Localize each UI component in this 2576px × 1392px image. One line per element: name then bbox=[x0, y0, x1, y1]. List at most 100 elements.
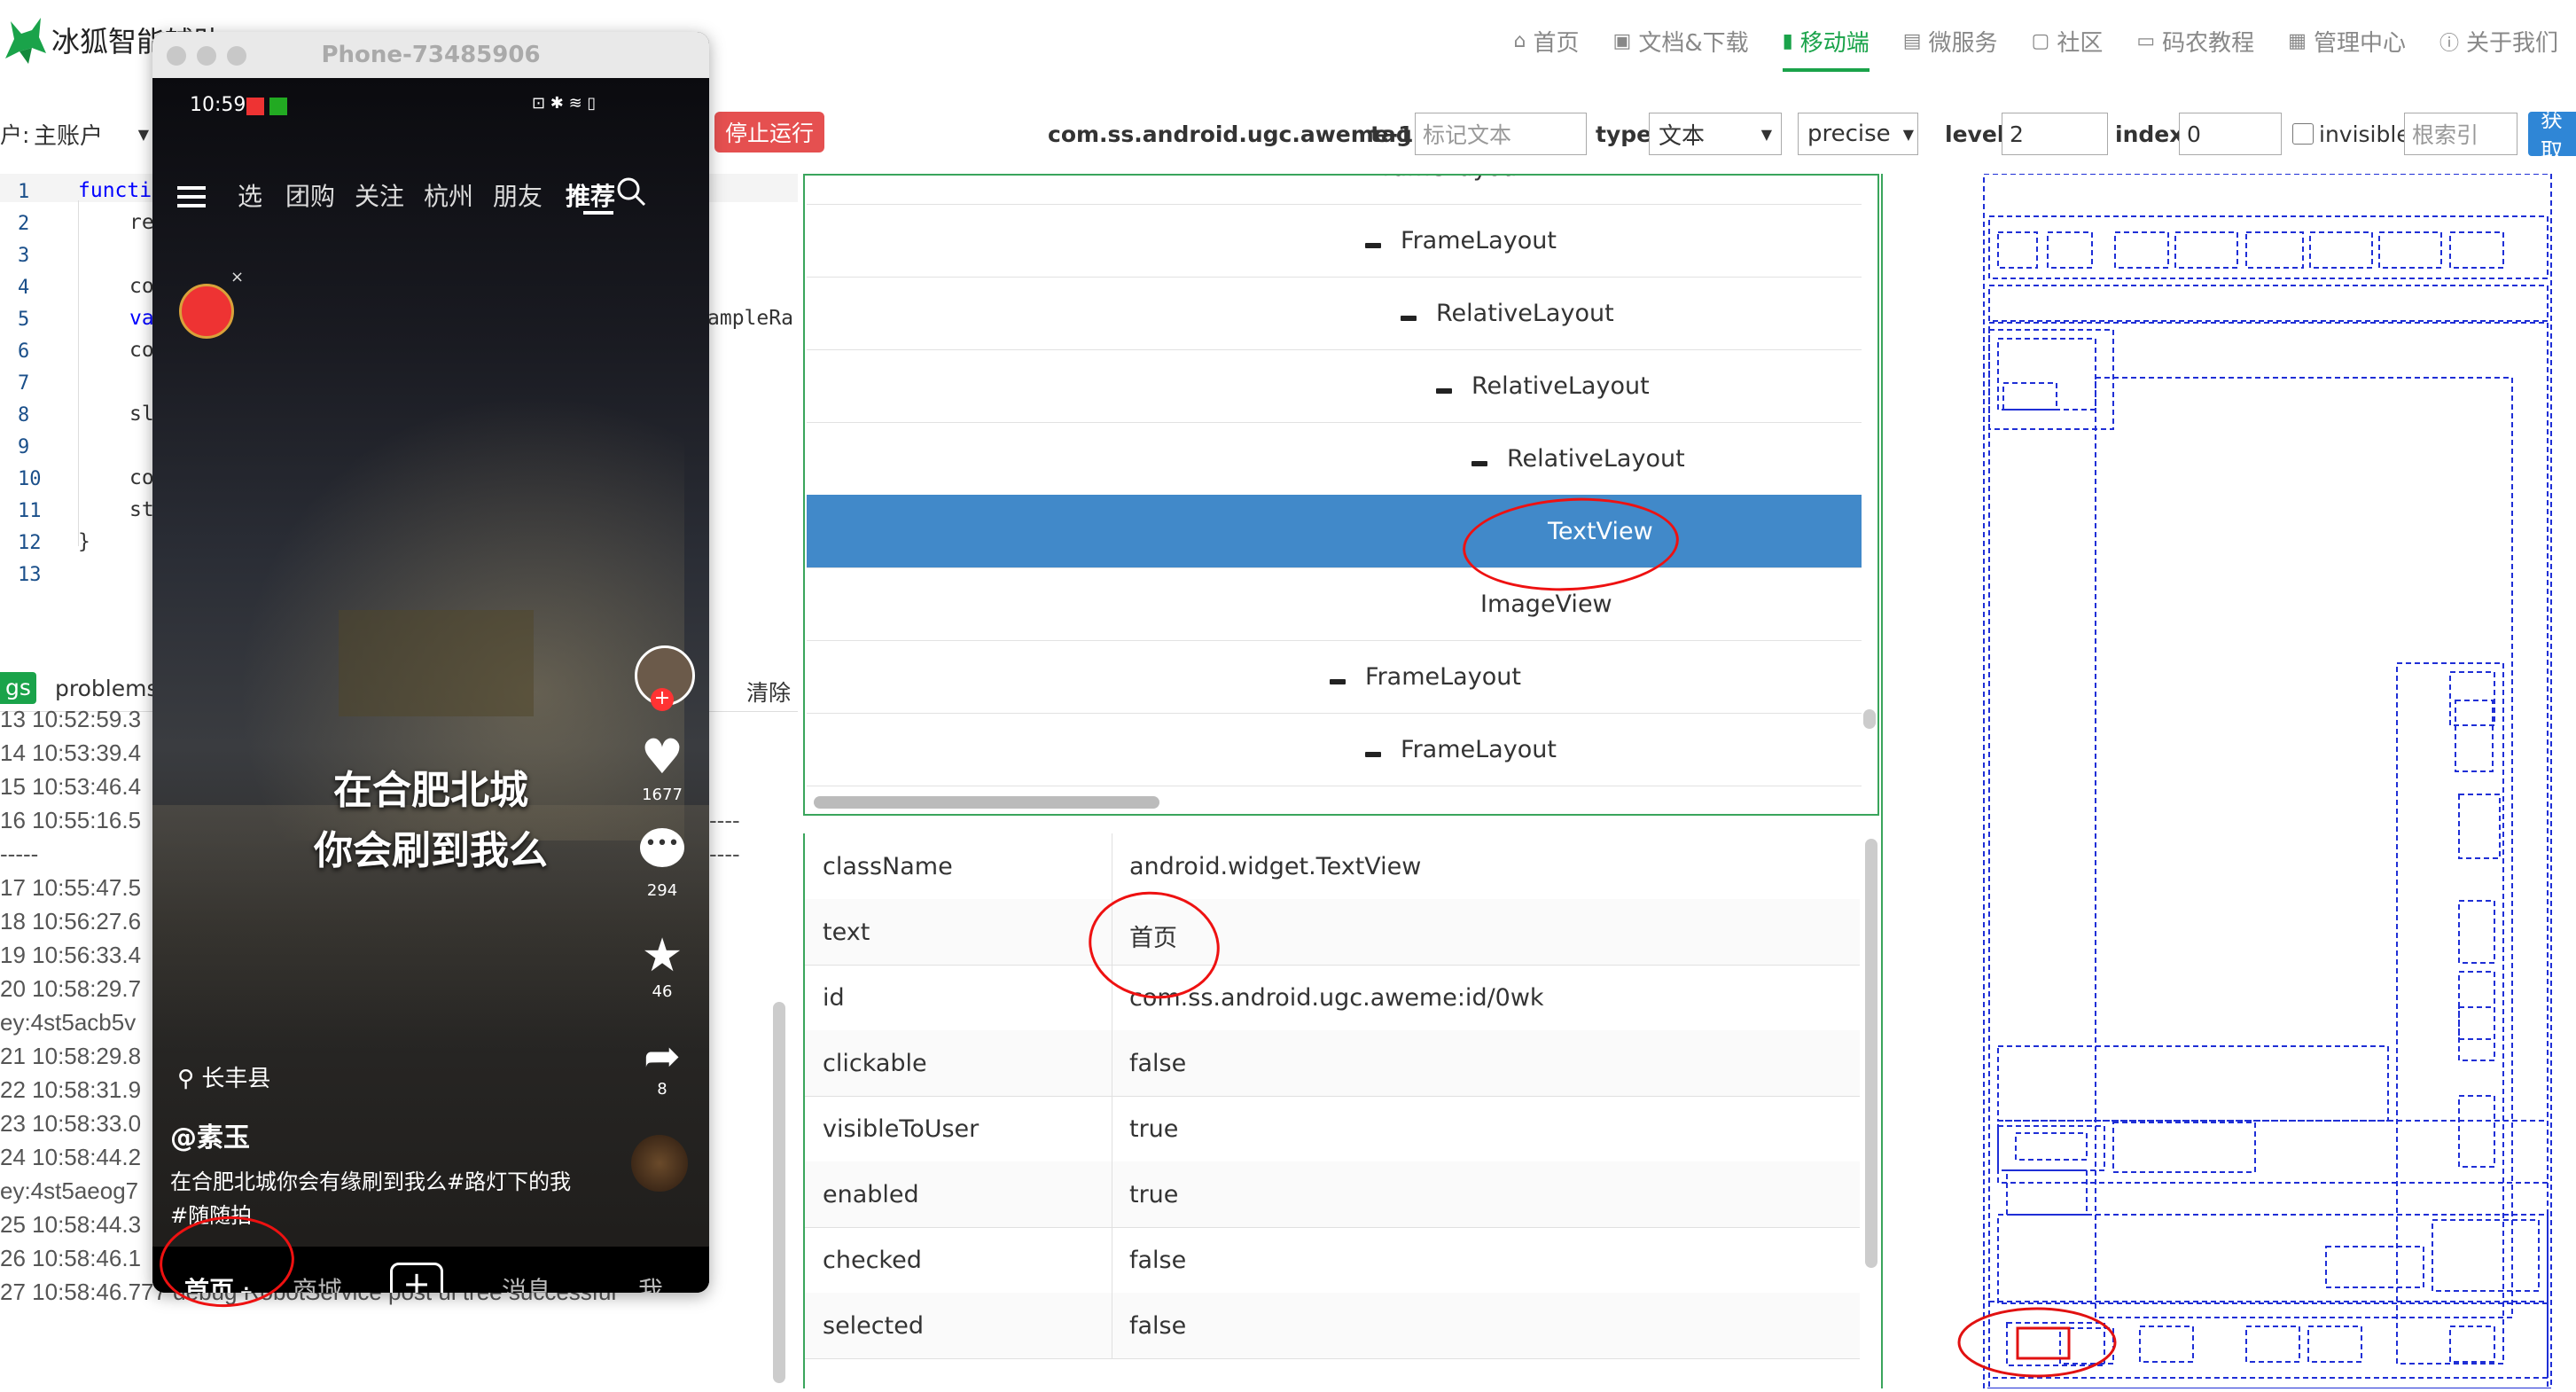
notification-icon bbox=[246, 98, 264, 115]
close-icon[interactable]: × bbox=[230, 268, 244, 286]
chevron-down-icon: ▼ bbox=[1760, 125, 1772, 143]
code-line: functi bbox=[78, 179, 152, 202]
red-packet-icon[interactable] bbox=[179, 284, 234, 339]
create-plus-button[interactable]: + bbox=[390, 1263, 443, 1293]
code-line: st bbox=[129, 498, 154, 521]
phone-top-tab[interactable]: 推荐 bbox=[566, 177, 615, 213]
phone-screen[interactable]: 10:59 ⊡ ✱ ≋ ▯ 选团购 关注 杭州 朋友 推荐 × 在合肥北城 你会刷到我么… bbox=[152, 78, 709, 1293]
code-line: co bbox=[129, 466, 154, 489]
share-arrow-icon[interactable]: ➦ bbox=[631, 1030, 693, 1082]
tree-node[interactable]: FrameLayout bbox=[807, 713, 1862, 786]
property-row[interactable]: className android.widget.TextView bbox=[805, 833, 1860, 900]
line-number: 1 bbox=[18, 181, 30, 203]
log-scrollbar[interactable] bbox=[773, 1002, 785, 1383]
log-line: 24 10:58:44.2 bbox=[0, 1144, 142, 1170]
tag-label: tag bbox=[1370, 121, 1412, 147]
collapse-minus-icon[interactable] bbox=[1365, 751, 1381, 757]
match-mode-select[interactable]: precise ▼ bbox=[1798, 113, 1918, 155]
property-row[interactable]: clickable false bbox=[805, 1030, 1860, 1097]
info-icon: ⓘ bbox=[2439, 32, 2459, 55]
property-key: id bbox=[823, 984, 845, 1012]
tab-problems[interactable]: problems bbox=[55, 676, 158, 701]
log-line: 17 10:55:47.5 bbox=[0, 874, 142, 901]
tree-vertical-scrollbar[interactable] bbox=[1863, 709, 1876, 729]
collapse-minus-icon[interactable] bbox=[1365, 242, 1381, 248]
property-row[interactable]: selected false bbox=[805, 1293, 1860, 1359]
nav-item-1[interactable]: ▣ 文档&下载 bbox=[1613, 25, 1749, 58]
menu-icon[interactable] bbox=[177, 186, 206, 190]
tree-node[interactable]: TextView bbox=[807, 495, 1862, 568]
code-line: co bbox=[129, 275, 154, 298]
line-number: 6 bbox=[18, 340, 30, 363]
fox-logo-icon[interactable] bbox=[2, 12, 50, 66]
like-heart-icon[interactable]: ♥ bbox=[631, 729, 693, 785]
nav-item-6[interactable]: ▦ 管理中心 bbox=[2288, 25, 2406, 58]
line-number: 8 bbox=[18, 404, 30, 426]
home-icon: ⌂ bbox=[1513, 30, 1526, 52]
bottom-tab-messages[interactable]: 消息 bbox=[502, 1271, 551, 1293]
log-line: ey:4st5aeog7 bbox=[0, 1177, 139, 1204]
tree-horizontal-scrollbar[interactable] bbox=[814, 796, 1159, 809]
property-row[interactable]: enabled true bbox=[805, 1161, 1860, 1228]
clear-logs-button[interactable]: 清除 bbox=[746, 676, 791, 708]
phone-window-titlebar[interactable]: Phone-73485906 bbox=[152, 32, 709, 78]
phone-mirror-window[interactable]: Phone-73485906 10:59 ⊡ ✱ ≋ ▯ 选团购 关注 杭州 朋友 推荐… bbox=[152, 32, 709, 1293]
tab-logs[interactable]: gs bbox=[0, 672, 36, 704]
community-icon: ▢ bbox=[2031, 30, 2050, 52]
nav-item-7[interactable]: ⓘ 关于我们 bbox=[2439, 25, 2558, 58]
property-row[interactable]: checked false bbox=[805, 1227, 1860, 1294]
comment-icon[interactable]: ••• bbox=[631, 828, 693, 867]
property-row[interactable]: text 首页 bbox=[805, 899, 1860, 966]
tree-node[interactable]: RelativeLayout bbox=[807, 422, 1862, 496]
bottom-tab-mall[interactable]: 商城 bbox=[293, 1271, 342, 1293]
video-caption-line2: 你会刷到我么 bbox=[314, 828, 548, 873]
stop-run-button[interactable]: 停止运行 bbox=[714, 112, 824, 152]
code-line: va bbox=[129, 307, 154, 330]
tree-node[interactable]: ImageView bbox=[807, 567, 1862, 641]
author-name[interactable]: @素玉 bbox=[170, 1115, 250, 1154]
collapse-minus-icon[interactable] bbox=[1471, 460, 1487, 466]
nav-item-2[interactable]: ▮ 移动端 bbox=[1782, 25, 1870, 72]
level-input[interactable]: 2 bbox=[2002, 113, 2108, 155]
property-row[interactable]: visibleToUser true bbox=[805, 1096, 1860, 1162]
phone-top-tab[interactable]: 选 bbox=[238, 177, 262, 213]
collapse-minus-icon[interactable] bbox=[1436, 387, 1452, 394]
nav-item-3[interactable]: ▤ 微服务 bbox=[1903, 25, 1998, 58]
properties-scrollbar[interactable] bbox=[1865, 839, 1877, 1268]
log-line: 20 10:58:29.7 bbox=[0, 975, 142, 1002]
nav-item-4[interactable]: ▢ 社区 bbox=[2032, 25, 2104, 58]
nav-item-0[interactable]: ⌂ 首页 bbox=[1514, 25, 1580, 58]
bottom-tab-me[interactable]: 我 bbox=[638, 1271, 663, 1293]
root-index-input[interactable]: 根索引 bbox=[2404, 113, 2517, 155]
tree-node[interactable]: RelativeLayout bbox=[807, 277, 1862, 350]
music-disc-icon[interactable] bbox=[631, 1135, 688, 1192]
nav-item-5[interactable]: ▭ 码农教程 bbox=[2136, 25, 2254, 58]
tree-node[interactable]: RelativeLayout bbox=[807, 349, 1862, 423]
tag-input[interactable]: 标记文本 bbox=[1415, 113, 1587, 155]
invisible-checkbox[interactable] bbox=[2292, 123, 2314, 145]
phone-top-tab[interactable]: 杭州 bbox=[424, 177, 473, 213]
follow-plus-icon[interactable]: + bbox=[651, 688, 674, 711]
tree-node[interactable]: FrameLayout bbox=[807, 640, 1862, 714]
layout-preview[interactable] bbox=[1881, 173, 2576, 1389]
collapse-minus-icon[interactable] bbox=[1401, 315, 1417, 321]
search-icon[interactable] bbox=[615, 176, 647, 207]
phone-top-tab[interactable]: 关注 bbox=[355, 177, 404, 213]
type-select[interactable]: 文本 ▼ bbox=[1649, 113, 1782, 155]
log-line: 23 10:58:33.0 bbox=[0, 1110, 142, 1137]
layout-boxes[interactable] bbox=[1883, 173, 2576, 1389]
favorite-star-icon[interactable]: ★ bbox=[631, 929, 693, 982]
tree-node[interactable]: FrameLayout bbox=[807, 204, 1862, 278]
tree-node[interactable]: FrameLayout bbox=[807, 176, 1862, 205]
phone-top-tab[interactable]: 朋友 bbox=[493, 177, 543, 213]
index-input[interactable]: 0 bbox=[2179, 113, 2282, 155]
status-icons: ⊡ ✱ ≋ ▯ bbox=[532, 94, 597, 113]
property-row[interactable]: id com.ss.android.ugc.aweme:id/0wk bbox=[805, 965, 1860, 1031]
collapse-minus-icon[interactable] bbox=[1330, 678, 1346, 684]
log-line: 18 10:56:27.6 bbox=[0, 908, 142, 935]
account-select[interactable]: 主账户 ▼ bbox=[34, 105, 149, 163]
log-line: ----- bbox=[0, 841, 39, 867]
phone-top-tab[interactable]: 团购 bbox=[285, 177, 335, 213]
fetch-button[interactable]: 获取 bbox=[2528, 106, 2576, 164]
location-tag[interactable]: ⚲ 长丰县 bbox=[177, 1060, 270, 1093]
